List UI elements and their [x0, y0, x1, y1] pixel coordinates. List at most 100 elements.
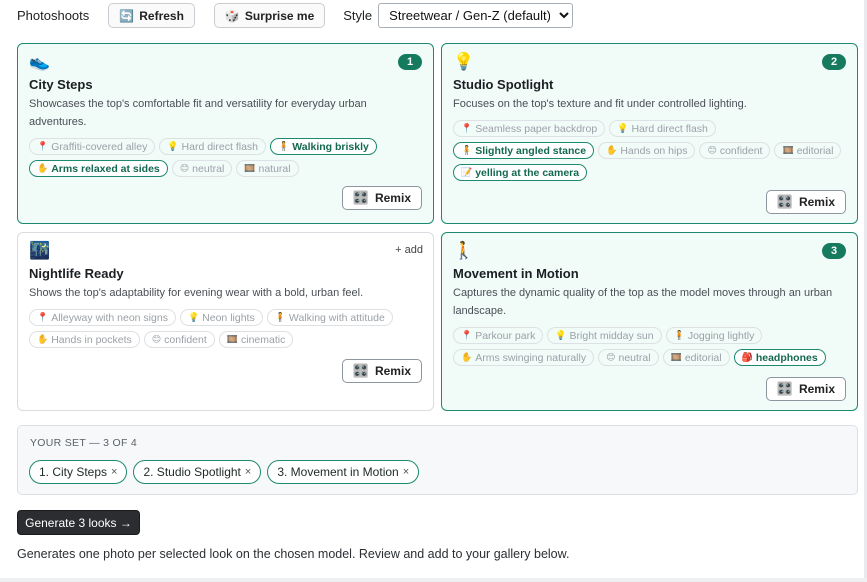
style-chip[interactable]: 🎞️ editorial	[774, 142, 842, 159]
generate-looks-button[interactable]: Generate 3 looks →	[17, 510, 140, 535]
location-chip[interactable]: 📍 Graffiti-covered alley	[29, 138, 156, 155]
chip-label: Hands in pockets	[51, 333, 132, 346]
surprise-me-button[interactable]: 🎲 Surprise me	[213, 3, 326, 28]
pose-chip[interactable]: 🧍 Walking with attitude	[266, 309, 393, 326]
style-chip[interactable]: 🎞️ natural	[236, 160, 299, 177]
custom-note-chip[interactable]: 📝 yelling at the camera	[453, 164, 588, 181]
set-chip-list: 1. City Steps × 2. Studio Spotlight × 3.…	[29, 460, 420, 484]
remix-button[interactable]: 🎛️ Remix	[765, 190, 846, 214]
set-chip-movement-in-motion[interactable]: 3. Movement in Motion ×	[267, 460, 420, 484]
expression-chip[interactable]: 😊 confident	[699, 142, 771, 159]
remove-icon[interactable]: ×	[245, 466, 251, 478]
hand-icon: ✋	[606, 145, 618, 155]
hand-icon: ✋	[37, 163, 49, 173]
film-icon: 🎞️	[782, 145, 794, 155]
remix-label: Remix	[374, 191, 411, 205]
set-chip-city-steps[interactable]: 1. City Steps ×	[29, 460, 128, 484]
attribute-chips: 📍 Graffiti-covered alley 💡 Hard direct fla…	[29, 138, 423, 177]
chip-label: Hard direct flash	[181, 140, 258, 153]
look-card-movement-in-motion[interactable]: 🚶 3 Movement in Motion Captures the dyna…	[441, 232, 858, 411]
remix-label: Remix	[798, 382, 835, 396]
remix-button[interactable]: 🎛️ Remix	[765, 377, 846, 401]
card-description: Captures the dynamic quality of the top …	[453, 287, 833, 317]
smile-icon: 😊	[707, 145, 717, 155]
dice-grid-icon: 🎛️	[352, 190, 369, 205]
smile-icon: 😊	[151, 334, 162, 344]
chip-label: editorial	[684, 351, 722, 364]
remix-button[interactable]: 🎛️ Remix	[341, 359, 422, 383]
chip-label: Arms swinging naturally	[475, 351, 587, 364]
film-icon: 🎞️	[226, 334, 238, 344]
smile-icon: 😊	[179, 163, 190, 173]
chip-label: Neon lights	[202, 311, 255, 324]
help-text: Generates one photo per selected look on…	[17, 547, 570, 561]
chip-label: confident	[719, 144, 763, 157]
location-chip[interactable]: 📍 Seamless paper backdrop	[453, 120, 606, 137]
selection-badge: 3	[822, 243, 846, 259]
pose-chip[interactable]: 🧍 Jogging lightly	[665, 327, 763, 344]
look-card-nightlife-ready[interactable]: 🌃 + add Nightlife Ready Shows the top's …	[17, 232, 434, 411]
lighting-chip[interactable]: 💡 Hard direct flash	[159, 138, 266, 155]
chip-label: Walking with attitude	[288, 311, 385, 324]
expression-chip[interactable]: 😊 confident	[143, 331, 215, 348]
add-to-set-button[interactable]: + add	[395, 244, 423, 256]
backpack-icon: 🎒	[741, 352, 753, 362]
pin-icon: 📍	[461, 330, 473, 340]
hands-chip[interactable]: ✋ Hands in pockets	[29, 331, 140, 348]
remove-icon[interactable]: ×	[111, 466, 117, 478]
hand-icon: ✋	[461, 352, 473, 362]
card-title: City Steps	[29, 77, 93, 92]
chip-label: Alleyway with neon signs	[51, 311, 168, 324]
lighting-chip[interactable]: 💡 Bright midday sun	[547, 327, 662, 344]
chip-label: cinematic	[241, 333, 286, 346]
your-set-panel: YOUR SET — 3 OF 4 1. City Steps × 2. Stu…	[17, 425, 858, 495]
chip-label: Parkour park	[475, 329, 536, 342]
set-chip-label: 2. Studio Spotlight	[143, 465, 241, 479]
bulb-icon: 💡	[187, 312, 200, 322]
attribute-chips: 📍 Seamless paper backdrop 💡 Hard direct fl…	[453, 120, 847, 181]
hands-chip[interactable]: ✋ Arms swinging naturally	[453, 349, 595, 366]
bottom-divider	[0, 578, 867, 582]
dice-grid-icon: 🎛️	[352, 363, 369, 378]
set-chip-studio-spotlight[interactable]: 2. Studio Spotlight ×	[133, 460, 262, 484]
card-title: Studio Spotlight	[453, 77, 554, 92]
attribute-chips: 📍 Parkour park 💡 Bright midday sun 🧍 Joggin…	[453, 327, 847, 366]
look-card-studio-spotlight[interactable]: 💡 2 Studio Spotlight Focuses on the top'…	[441, 43, 858, 224]
lighting-chip[interactable]: 💡 Hard direct flash	[609, 120, 716, 137]
lightbulb-icon: 💡	[453, 52, 475, 71]
location-chip[interactable]: 📍 Parkour park	[453, 327, 544, 344]
refresh-button[interactable]: 🔄 Refresh	[108, 3, 195, 28]
expression-chip[interactable]: 😊 neutral	[171, 160, 233, 177]
hands-chip[interactable]: ✋ Arms relaxed at sides	[29, 160, 168, 177]
location-chip[interactable]: 📍 Alleyway with neon signs	[29, 309, 176, 326]
remix-button[interactable]: 🎛️ Remix	[341, 186, 422, 210]
walking-person-icon: 🚶	[453, 241, 475, 260]
style-chip[interactable]: 🎞️ cinematic	[218, 331, 294, 348]
chip-label: headphones	[755, 351, 818, 364]
chip-label: Arms relaxed at sides	[51, 162, 160, 175]
pin-icon: 📍	[37, 312, 49, 322]
hands-chip[interactable]: ✋ Hands on hips	[598, 142, 696, 159]
remove-icon[interactable]: ×	[403, 466, 409, 478]
chip-label: editorial	[796, 144, 834, 157]
pose-chip[interactable]: 🧍 Walking briskly	[270, 138, 377, 155]
chip-label: Hands on hips	[620, 144, 688, 157]
style-select[interactable]: Streetwear / Gen-Z (default)	[378, 3, 574, 28]
style-chip[interactable]: 🎞️ editorial	[662, 349, 730, 366]
refresh-label: Refresh	[139, 8, 184, 23]
accessory-chip[interactable]: 🎒 headphones	[733, 349, 826, 366]
card-description: Focuses on the top's texture and fit und…	[453, 98, 747, 110]
memo-icon: 📝	[461, 167, 473, 177]
chip-label: Bright midday sun	[569, 329, 654, 342]
person-icon: 🧍	[673, 330, 685, 340]
bulb-icon: 💡	[617, 123, 629, 133]
smile-icon: 😊	[606, 352, 616, 362]
chip-label: Graffiti-covered alley	[51, 140, 148, 153]
chip-label: Seamless paper backdrop	[475, 122, 598, 135]
pin-icon: 📍	[461, 123, 473, 133]
lighting-chip[interactable]: 💡 Neon lights	[179, 309, 263, 326]
pose-chip[interactable]: 🧍 Slightly angled stance	[453, 142, 595, 159]
look-card-city-steps[interactable]: 👟 1 City Steps Showcases the top's comfo…	[17, 43, 434, 224]
expression-chip[interactable]: 😊 neutral	[598, 349, 659, 366]
chip-label: neutral	[618, 351, 651, 364]
